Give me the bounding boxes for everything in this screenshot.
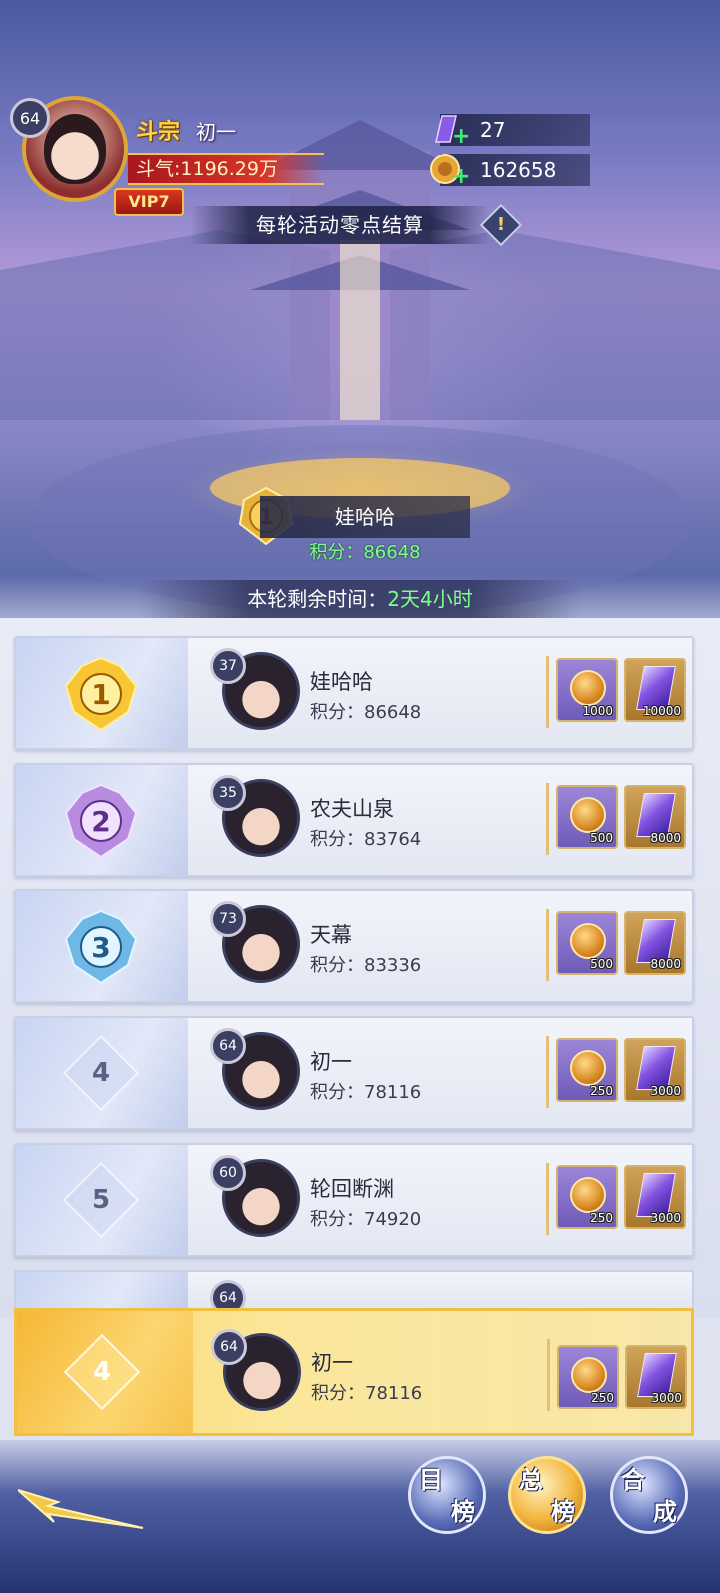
player-power: 斗气:1196.29万 <box>128 153 324 185</box>
row-player-name: 娃哈哈 <box>310 670 373 694</box>
rank-number: 3 <box>91 931 110 964</box>
reward-gem[interactable]: 3000 <box>625 1345 687 1409</box>
my-name: 初一 <box>311 1351 353 1375</box>
reward-coin-qty: 250 <box>590 1211 613 1225</box>
back-arrow-icon[interactable] <box>18 1480 148 1540</box>
player-name: 初一 <box>196 120 236 144</box>
row-player-name: 天幕 <box>310 923 352 947</box>
rank-cell: 2 <box>16 765 188 875</box>
row-player-name: 初一 <box>310 1050 352 1074</box>
table-row[interactable]: 3 73 天幕 积分：83336 500 8000 <box>14 889 694 1003</box>
my-rank-cell: 4 <box>17 1311 193 1433</box>
timer-value: 2天4小时 <box>387 587 473 611</box>
crystal-resource[interactable]: + 27 <box>435 114 590 148</box>
reward-divider <box>546 1163 549 1235</box>
reward-coin-qty: 250 <box>590 1084 613 1098</box>
reward-coin[interactable]: 250 <box>556 1038 618 1102</box>
reward-gem-qty: 10000 <box>642 704 681 718</box>
my-level-badge: 64 <box>211 1329 247 1365</box>
reward-coin-qty: 250 <box>591 1391 614 1405</box>
row-level-badge: 60 <box>210 1155 246 1191</box>
vip-badge[interactable]: VIP7 <box>114 188 184 216</box>
rank-number: 2 <box>91 805 110 838</box>
arena-scene: 64 斗宗 初一 斗气:1196.29万 VIP7 + 27 + 162658 … <box>0 0 720 640</box>
row-level-badge: 37 <box>210 648 246 684</box>
gold-coin-icon <box>570 1177 606 1213</box>
reward-gem[interactable]: 3000 <box>624 1038 686 1102</box>
gold-coin-icon <box>570 1050 606 1086</box>
table-row-partial[interactable]: 64 <box>14 1270 694 1308</box>
table-row[interactable]: 2 35 农夫山泉 积分：83764 500 8000 <box>14 763 694 877</box>
row-score: 积分：86648 <box>310 702 422 723</box>
reward-coin-qty: 500 <box>590 831 613 845</box>
rank-number: 1 <box>91 678 110 711</box>
table-row[interactable]: 1 37 娃哈哈 积分：86648 1000 10000 <box>14 636 694 750</box>
top-player-score: 积分：86648 <box>309 542 421 563</box>
reward-coin-qty: 500 <box>590 957 613 971</box>
reward-gem-qty: 8000 <box>650 831 681 845</box>
add-coin-icon[interactable]: + <box>452 166 470 188</box>
row-player-name: 轮回断渊 <box>310 1177 394 1201</box>
rank-cell: 4 <box>16 1018 188 1128</box>
row-score: 积分：74920 <box>310 1209 422 1230</box>
row-player-name: 农夫山泉 <box>310 797 394 821</box>
reward-gem-qty: 3000 <box>651 1391 682 1405</box>
reward-coin[interactable]: 250 <box>557 1345 619 1409</box>
reward-gem[interactable]: 3000 <box>624 1165 686 1229</box>
gold-coin-icon <box>570 797 606 833</box>
my-rank-row[interactable]: 4 64 初一 积分：78116 250 3000 <box>14 1308 694 1436</box>
coin-count: 162658 <box>480 158 557 182</box>
row-score: 积分：83336 <box>310 955 422 976</box>
rank-medal-icon: 2 <box>64 783 138 859</box>
gold-coin-icon <box>570 923 606 959</box>
reward-divider <box>546 783 549 855</box>
top-player-name[interactable]: 娃哈哈 <box>260 496 470 538</box>
info-icon: ! <box>496 214 506 235</box>
row-level-badge: 73 <box>210 901 246 937</box>
reward-coin[interactable]: 250 <box>556 1165 618 1229</box>
reward-coin[interactable]: 500 <box>556 785 618 849</box>
reward-gem-qty: 3000 <box>650 1211 681 1225</box>
reward-coin[interactable]: 1000 <box>556 658 618 722</box>
gold-coin-icon <box>570 670 606 706</box>
reward-gem[interactable]: 8000 <box>624 785 686 849</box>
nav-compose-button[interactable]: 合成 <box>610 1456 688 1534</box>
row-level-badge: 64 <box>210 1280 246 1308</box>
rank-cell: 5 <box>16 1145 188 1255</box>
rank-cell: 1 <box>16 638 188 748</box>
reward-gem[interactable]: 8000 <box>624 911 686 975</box>
timer-label: 本轮剩余时间： <box>247 587 388 611</box>
row-score: 积分：78116 <box>310 1082 422 1103</box>
crystal-count: 27 <box>480 118 506 142</box>
row-level-badge: 64 <box>210 1028 246 1064</box>
reward-gem-qty: 8000 <box>650 957 681 971</box>
add-crystal-icon[interactable]: + <box>452 126 470 148</box>
rank-number: 4 <box>91 1058 111 1088</box>
reward-divider <box>546 656 549 728</box>
player-level-badge: 64 <box>10 98 50 138</box>
player-rank-title: 斗宗 <box>136 120 181 145</box>
row-level-badge: 35 <box>210 775 246 811</box>
settlement-notice: 每轮活动零点结算 <box>190 206 490 244</box>
reward-gem[interactable]: 10000 <box>624 658 686 722</box>
reward-divider <box>546 1036 549 1108</box>
round-timer: 本轮剩余时间：2天4小时 <box>140 580 580 618</box>
coin-resource[interactable]: + 162658 <box>430 154 590 188</box>
table-row[interactable]: 5 60 轮回断渊 积分：74920 250 3000 <box>14 1143 694 1257</box>
nav-target-rank-button[interactable]: 目榜 <box>408 1456 486 1534</box>
rank-medal-icon: 3 <box>64 909 138 985</box>
reward-coin-qty: 1000 <box>582 704 613 718</box>
my-rank-number: 4 <box>92 1357 112 1387</box>
rank-cell: 3 <box>16 891 188 1001</box>
rank-medal-icon: 1 <box>64 656 138 732</box>
gold-coin-icon <box>571 1357 607 1393</box>
reward-divider <box>546 909 549 981</box>
table-row[interactable]: 4 64 初一 积分：78116 250 3000 <box>14 1016 694 1130</box>
reward-gem-qty: 3000 <box>650 1084 681 1098</box>
rank-number: 5 <box>91 1185 111 1215</box>
reward-coin[interactable]: 500 <box>556 911 618 975</box>
nav-total-rank-button[interactable]: 总榜 <box>508 1456 586 1534</box>
row-score: 积分：83764 <box>310 829 422 850</box>
my-score: 积分：78116 <box>311 1383 423 1404</box>
